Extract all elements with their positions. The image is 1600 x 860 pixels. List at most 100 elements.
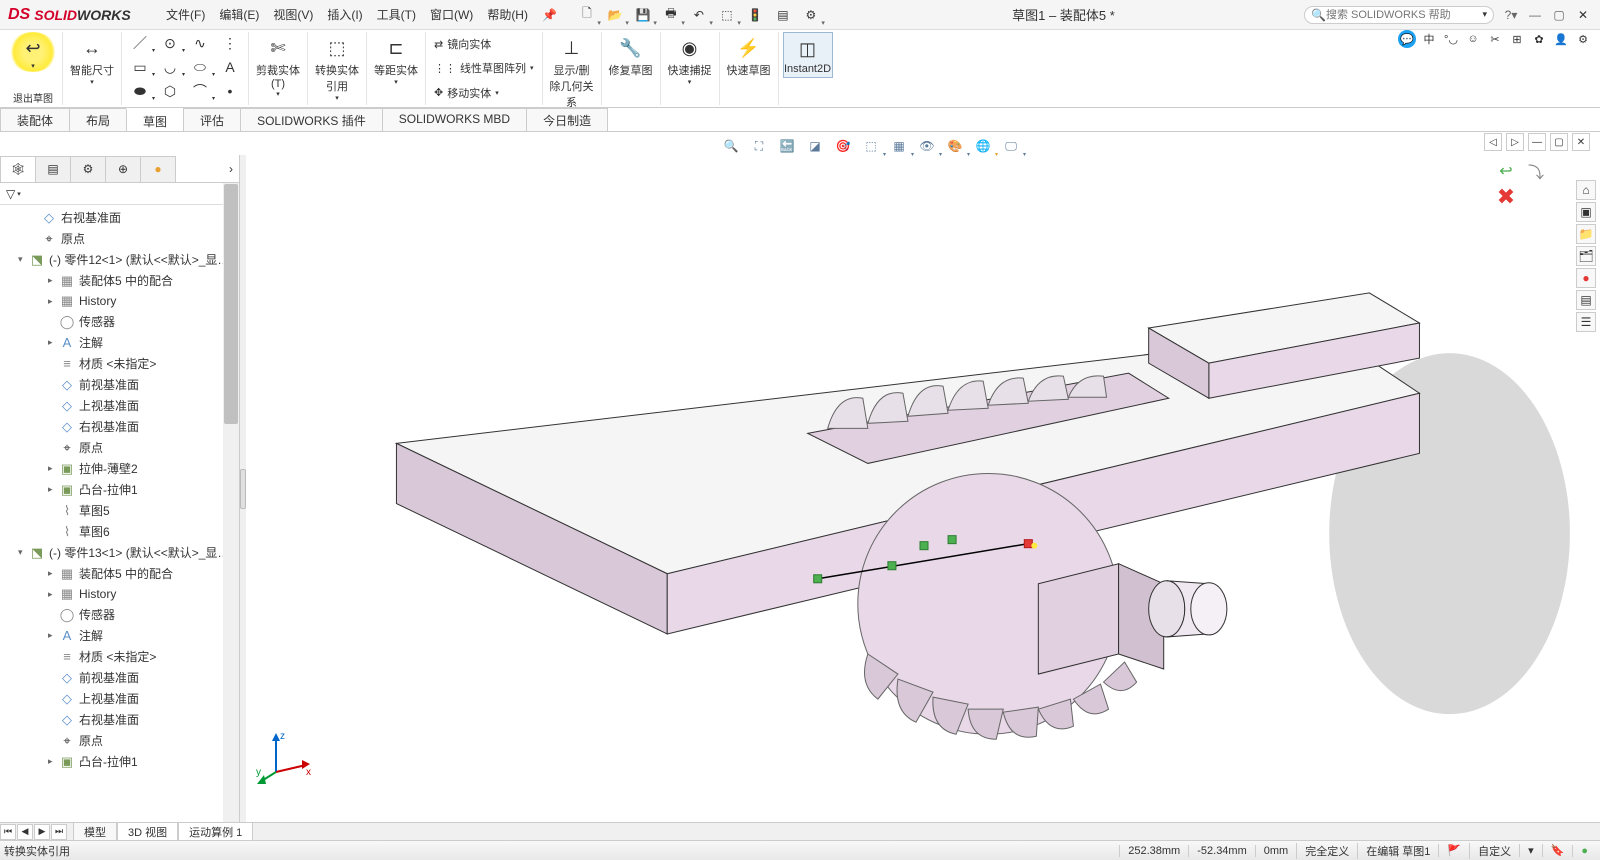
zoom-fit-icon[interactable]: 🔍 xyxy=(720,135,742,157)
confirm-arrow-icon[interactable]: ⤵ xyxy=(1522,160,1550,182)
accept-icon[interactable]: ↩ xyxy=(1492,160,1520,182)
text-tool[interactable]: A xyxy=(216,56,244,78)
tree-item[interactable]: ▸A注解 xyxy=(0,625,239,646)
rt-custom-props-icon[interactable]: ☰ xyxy=(1576,312,1596,332)
pill-smile-icon[interactable]: ☺ xyxy=(1464,30,1482,48)
rtab-today[interactable]: 今日制造 xyxy=(526,108,608,131)
rtab-mbd[interactable]: SOLIDWORKS MBD xyxy=(382,108,527,131)
pill-chat-icon[interactable]: 💬 xyxy=(1398,30,1416,48)
qat-rebuild[interactable]: 🚦 xyxy=(743,3,767,27)
menu-tools[interactable]: 工具(T) xyxy=(371,2,422,27)
rtab-layout[interactable]: 布局 xyxy=(69,108,127,131)
status-record-icon[interactable]: ● xyxy=(1572,845,1596,857)
orientation-triad[interactable]: z x y xyxy=(256,727,316,790)
spline-tool[interactable]: ∿ xyxy=(186,32,214,54)
menu-window[interactable]: 窗口(W) xyxy=(424,2,479,27)
search-box[interactable]: 🔍 ▾ xyxy=(1304,6,1494,24)
search-dropdown-icon[interactable]: ▾ xyxy=(1482,9,1487,20)
status-unit-icon[interactable]: ▾ xyxy=(1519,844,1542,857)
bt-motion[interactable]: 运动算例 1 xyxy=(178,822,253,842)
expand-icon[interactable]: ▸ xyxy=(48,337,58,348)
expand-icon[interactable]: ▸ xyxy=(48,484,58,495)
tree-item[interactable]: ▾⬔(-) 零件12<1> (默认<<默认>_显… xyxy=(0,249,239,270)
tree-item[interactable]: ▸▦装配体5 中的配合 xyxy=(0,270,239,291)
menu-insert[interactable]: 插入(I) xyxy=(321,2,368,27)
tree-item[interactable]: ◇前视基准面 xyxy=(0,667,239,688)
rt-resources-icon[interactable]: ▣ xyxy=(1576,202,1596,222)
rtab-evaluate[interactable]: 评估 xyxy=(183,108,241,131)
rt-explorer-icon[interactable]: 🗂 xyxy=(1576,246,1596,266)
minimize-button[interactable]: — xyxy=(1526,6,1544,24)
help-icon[interactable]: ?▾ xyxy=(1502,6,1520,24)
pill-scissors-icon[interactable]: ✂ xyxy=(1486,30,1504,48)
panel-next[interactable]: ▷ xyxy=(1506,133,1524,151)
tree-item[interactable]: ◇前视基准面 xyxy=(0,374,239,395)
rtab-assembly[interactable]: 装配体 xyxy=(0,108,70,131)
expand-icon[interactable]: ▸ xyxy=(48,275,58,286)
rt-view-palette-icon[interactable]: ● xyxy=(1576,268,1596,288)
previous-view-icon[interactable]: 🔙 xyxy=(776,135,798,157)
expand-icon[interactable]: ▸ xyxy=(48,568,58,579)
polygon-tool[interactable]: ⬡ xyxy=(156,80,184,102)
apply-scene-icon[interactable]: 🌐▾ xyxy=(972,135,994,157)
status-custom[interactable]: 自定义 xyxy=(1469,843,1519,859)
qat-save[interactable]: 💾▾ xyxy=(631,3,655,27)
expand-icon[interactable]: ▸ xyxy=(48,296,58,307)
feature-tree-tab[interactable]: 🕸 xyxy=(0,156,36,182)
rt-home-icon[interactable]: ⌂ xyxy=(1576,180,1596,200)
tree-item[interactable]: ▸▣凸台-拉伸1 xyxy=(0,479,239,500)
quick-snap-button[interactable]: ◉ 快速捕捉 ▾ xyxy=(665,32,715,88)
maximize-button[interactable]: ▢ xyxy=(1550,6,1568,24)
rt-design-lib-icon[interactable]: 📁 xyxy=(1576,224,1596,244)
view-settings-icon[interactable]: 🖵▾ xyxy=(1000,135,1022,157)
tree-item[interactable]: ⌖原点 xyxy=(0,437,239,458)
search-input[interactable] xyxy=(1326,9,1483,21)
graphics-viewport[interactable] xyxy=(246,155,1600,822)
tree-item[interactable]: ⌇草图5 xyxy=(0,500,239,521)
tree-item[interactable]: ▸▦装配体5 中的配合 xyxy=(0,563,239,584)
display-style-icon[interactable]: ▦▾ xyxy=(888,135,910,157)
qat-new[interactable]: 🗋▾ xyxy=(575,3,599,27)
bt-first[interactable]: ⏮ xyxy=(0,824,16,840)
appearance-tab[interactable]: ● xyxy=(140,156,176,182)
qat-options1[interactable]: ▤ xyxy=(771,3,795,27)
expand-icon[interactable]: ▾ xyxy=(18,254,28,265)
bt-last[interactable]: ⏭ xyxy=(51,824,67,840)
mirror-button[interactable]: ⇄镜向实体 xyxy=(430,35,538,53)
pin-icon[interactable]: 📌 xyxy=(542,8,557,22)
tree-item[interactable]: ◇右视基准面 xyxy=(0,416,239,437)
pill-grid-icon[interactable]: ⊞ xyxy=(1508,30,1526,48)
fillet-tool[interactable]: ⌒▾ xyxy=(186,80,214,102)
tree-item[interactable]: ▸▦History xyxy=(0,291,239,311)
menu-view[interactable]: 视图(V) xyxy=(267,2,319,27)
pill-cn-icon[interactable]: 中 xyxy=(1420,30,1438,48)
pill-star-icon[interactable]: ✿ xyxy=(1530,30,1548,48)
config-tab[interactable]: ⚙ xyxy=(70,156,106,182)
bt-prev[interactable]: ◀ xyxy=(17,824,33,840)
panel-expand-icon[interactable]: › xyxy=(229,162,233,176)
panel-min[interactable]: — xyxy=(1528,133,1546,151)
expand-icon[interactable]: ▸ xyxy=(48,589,58,600)
edit-appear-icon[interactable]: 🎨▾ xyxy=(944,135,966,157)
pill-person-icon[interactable]: 👤 xyxy=(1552,30,1570,48)
expand-icon[interactable]: ▸ xyxy=(48,756,58,767)
tree-item[interactable]: ◇右视基准面 xyxy=(0,709,239,730)
move-button[interactable]: ✥移动实体▾ xyxy=(430,84,538,102)
bt-next[interactable]: ▶ xyxy=(34,824,50,840)
close-button[interactable]: ✕ xyxy=(1574,6,1592,24)
repair-sketch-button[interactable]: 🔧 修复草图 xyxy=(606,32,656,80)
trim-button[interactable]: ✄ 剪裁实体(T) ▾ xyxy=(253,32,303,100)
arc-tool[interactable]: ◡▾ xyxy=(156,56,184,78)
linear-pattern-button[interactable]: ⋮⋮线性草图阵列▾ xyxy=(430,59,538,77)
property-tab[interactable]: ▤ xyxy=(35,156,71,182)
dynamic-icon[interactable]: 🎯 xyxy=(832,135,854,157)
bt-3dview[interactable]: 3D 视图 xyxy=(117,822,178,842)
tree-item[interactable]: ◇上视基准面 xyxy=(0,688,239,709)
exit-sketch-button[interactable]: ↩ 退出草图 ▾ xyxy=(8,32,58,72)
feature-tree[interactable]: ◇右视基准面⌖原点▾⬔(-) 零件12<1> (默认<<默认>_显…▸▦装配体5… xyxy=(0,205,239,822)
pill-cloud-icon[interactable]: °◡ xyxy=(1442,30,1460,48)
menu-file[interactable]: 文件(F) xyxy=(160,2,211,27)
instant2d-button[interactable]: ◫ Instant2D xyxy=(783,32,833,78)
qat-print[interactable]: 🖶▾ xyxy=(659,3,683,27)
tree-item[interactable]: ◇右视基准面 xyxy=(0,207,239,228)
